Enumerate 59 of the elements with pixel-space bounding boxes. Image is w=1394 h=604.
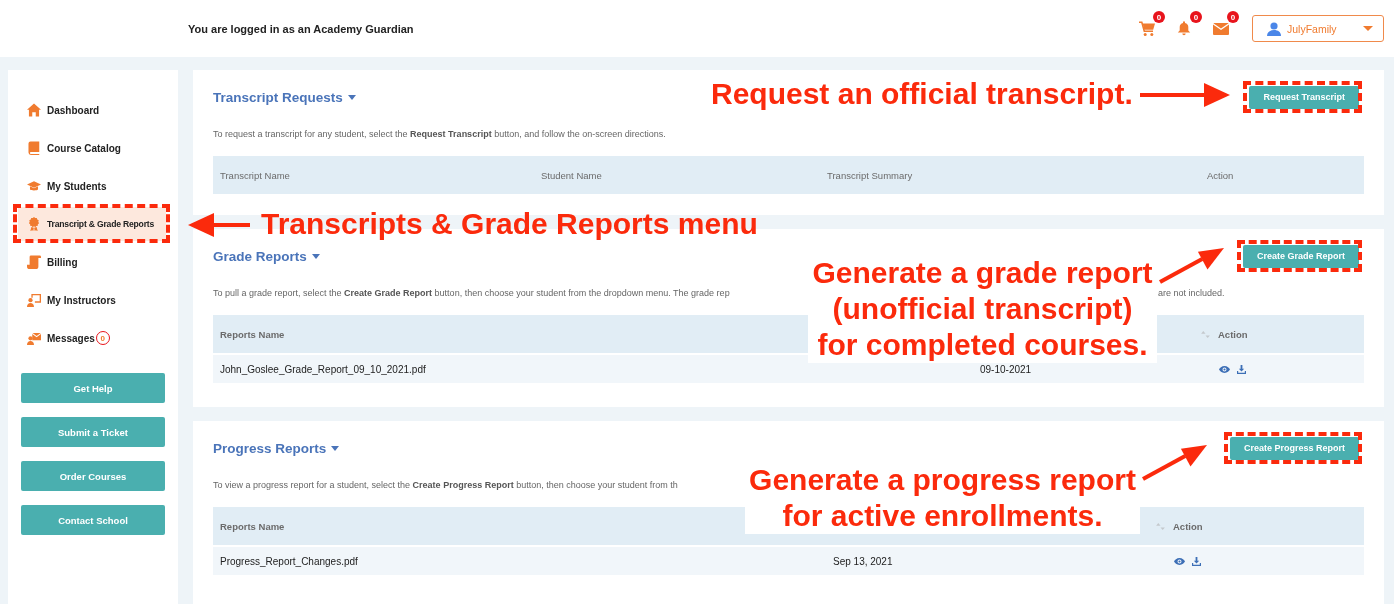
action-button[interactable]: Request Transcript: [1249, 85, 1359, 109]
action-button[interactable]: Create Grade Report: [1242, 244, 1359, 268]
graduation-cap-icon: [27, 179, 41, 193]
caret-icon: [347, 94, 356, 100]
column-header: Student Name: [541, 169, 602, 181]
home-icon: [27, 103, 41, 117]
sidebar-button[interactable]: Contact School: [21, 505, 165, 535]
table-cell-text: 09-10-2021: [979, 363, 1033, 375]
section-title[interactable]: Transcript Requests: [213, 89, 356, 105]
column-header: Transcript Name: [220, 169, 290, 181]
eye-icon[interactable]: [1219, 365, 1230, 373]
sidebar-button[interactable]: Submit a Ticket: [21, 417, 165, 447]
user-menu[interactable]: JulyFamily: [1252, 15, 1384, 42]
section-title[interactable]: Progress Reports: [213, 440, 340, 456]
sidebar-item[interactable]: Billing: [18, 245, 166, 279]
person-envelope-icon: [27, 331, 41, 345]
caret-icon: [1363, 26, 1373, 31]
sidebar-item[interactable]: Course Catalog: [18, 131, 166, 165]
section-title[interactable]: Grade Reports: [213, 248, 320, 264]
column-header: Action: [1207, 169, 1234, 181]
description-text: are not included.: [1158, 288, 1225, 298]
sidebar-item[interactable]: My Instructors: [18, 283, 166, 317]
login-status-text: You are logged in as an Academy Guardian: [188, 22, 414, 35]
eye-icon[interactable]: [1174, 557, 1185, 565]
table-cell-text: John_Goslee_Grade_Report_09_10_2021.pdf: [219, 363, 427, 375]
description-text: To request a transcript for any student, select the Request Transcript button, and follow the on-screen directions.: [213, 129, 666, 139]
download-icon[interactable]: [1237, 364, 1246, 374]
callout-text: Request an official transcript.: [711, 77, 1133, 111]
receipt-icon: [27, 255, 41, 269]
caret-icon: [311, 253, 320, 259]
user-icon: [1267, 21, 1281, 36]
cart-icon[interactable]: [1139, 21, 1155, 36]
download-icon[interactable]: [1192, 556, 1201, 566]
sidebar-item[interactable]: Transcript & Grade Reports: [18, 207, 166, 241]
count-badge: 0: [1153, 11, 1165, 23]
column-header: Action: [1218, 328, 1248, 340]
count-badge: 0: [1227, 11, 1239, 23]
mail-icon[interactable]: [1213, 21, 1229, 36]
column-header: Transcript Summary: [827, 169, 913, 181]
presenter-icon: [27, 293, 41, 307]
column-header: Reports Name: [220, 520, 285, 532]
award-icon: [27, 217, 41, 231]
sidebar-item[interactable]: Messages 0: [18, 321, 166, 355]
sidebar-item[interactable]: Dashboard: [18, 93, 166, 127]
sidebar-button[interactable]: Get Help: [21, 373, 165, 403]
action-button[interactable]: Create Progress Report: [1229, 436, 1359, 460]
bell-icon[interactable]: [1176, 21, 1192, 36]
description-text: To view a progress report for a student, select the Create Progress Report button, then choose your student from th: [213, 480, 678, 490]
table-cell-text: Sep 13, 2021: [832, 555, 894, 567]
sidebar-button[interactable]: Order Courses: [21, 461, 165, 491]
column-header: Action: [1173, 520, 1203, 532]
caret-icon: [331, 445, 340, 451]
column-header: Reports Name: [220, 328, 285, 340]
callout-text: Transcripts & Grade Reports menu: [261, 207, 758, 241]
count-badge: 0: [1190, 11, 1202, 23]
sidebar-item[interactable]: My Students: [18, 169, 166, 203]
description-text: To pull a grade report, select the Create Grade Report button, then choose your student from the dropdown menu. The grade rep: [213, 288, 731, 298]
table-cell-text: Progress_Report_Changes.pdf: [219, 555, 359, 567]
book-icon: [27, 141, 41, 155]
